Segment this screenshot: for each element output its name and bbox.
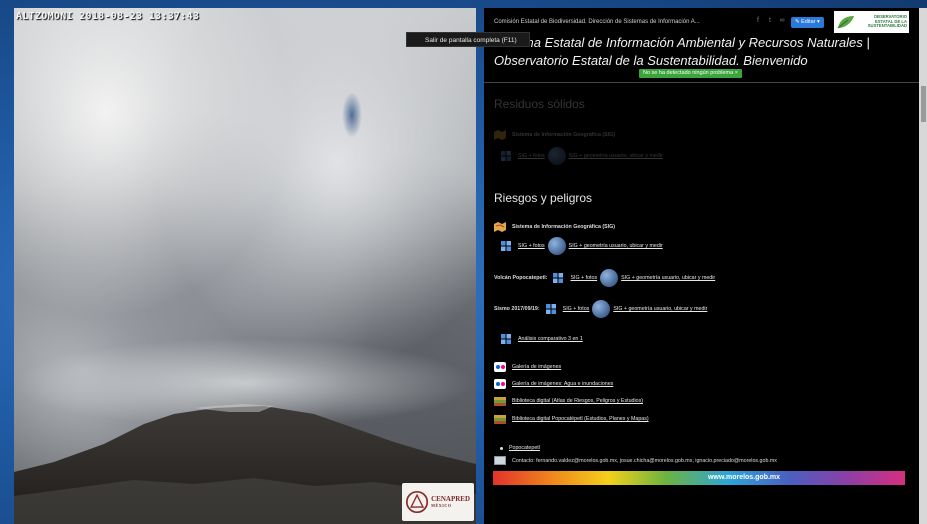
share-icons: f t ∞ <box>754 17 786 25</box>
observatorio-logo[interactable]: OBSERVATORIO ESTATAL DE LA SUSTENTABILID… <box>834 11 909 33</box>
books-icon <box>494 415 506 424</box>
windows-icon <box>545 304 556 314</box>
analisis-link[interactable]: Análisis comparativo 3 en 1 <box>518 336 583 342</box>
scrollbar-thumb[interactable] <box>921 86 926 122</box>
map-icon <box>494 130 506 140</box>
facebook-icon[interactable]: f <box>754 17 762 25</box>
fullscreen-tooltip: Salir de pantalla completa (F11) <box>406 32 530 47</box>
sismo-label: Sismo 2017/09/19: <box>494 306 540 312</box>
windows-icon <box>501 334 511 344</box>
twitter-icon[interactable]: t <box>766 17 774 25</box>
residuos-sig-label[interactable]: Sistema de Información Geográfica (SIG) <box>512 132 615 138</box>
residuos-links-row: SIG + fotos SIG + geometría usuario, ubi… <box>500 147 663 165</box>
volcan-sig-geometria-link[interactable]: SIG + geometría usuario, ubicar y medir <box>621 275 715 281</box>
divider <box>484 82 919 83</box>
bullet <box>500 446 503 450</box>
globe-icon <box>592 300 611 318</box>
biblioteca-atlas-row: Biblioteca digital (Atlas de Riesgos, Pe… <box>494 396 643 406</box>
sismo-sig-fotos-link[interactable]: SIG + fotos <box>563 306 590 312</box>
galeria-agua-link[interactable]: Galería de imágenes: Agua e inundaciones <box>512 381 613 387</box>
biblioteca-popo-link[interactable]: Biblioteca digital Popocatépetl (Estudio… <box>512 416 649 422</box>
flickr-icon <box>494 379 506 389</box>
windows-icon <box>553 273 564 283</box>
biblioteca-atlas-link[interactable]: Biblioteca digital (Atlas de Riesgos, Pe… <box>512 398 643 404</box>
morelos-banner[interactable]: www.morelos.gob.mx <box>493 471 905 485</box>
globe-icon <box>547 147 566 165</box>
sismo-sig-geometria-link[interactable]: SIG + geometría usuario, ubicar y medir <box>613 306 707 312</box>
observatorio-logo-text: OBSERVATORIO ESTATAL DE LA SUSTENTABILID… <box>867 13 907 29</box>
globe-icon <box>600 269 619 287</box>
riesgos-sig-row: Sistema de Información Geográfica (SIG) <box>494 222 615 232</box>
status-badge[interactable]: No se ha detectado ningún problema × <box>639 69 742 78</box>
residuos-sig-fotos-link[interactable]: SIG + fotos <box>518 153 545 159</box>
sky-gap <box>342 92 362 138</box>
galeria-link[interactable]: Galería de imágenes <box>512 364 561 370</box>
cenapred-emblem-icon <box>406 490 429 514</box>
edit-button[interactable]: ✎ Editar ▾ <box>791 17 824 28</box>
biblioteca-popo-row: Biblioteca digital Popocatépetl (Estudio… <box>494 414 649 424</box>
link-icon[interactable]: ∞ <box>778 17 786 25</box>
volcan-row: Volcán Popocatepetl: SIG + fotos SIG + g… <box>494 269 715 287</box>
breadcrumb[interactable]: Comisión Estatal de Biodiversidad. Direc… <box>494 19 700 25</box>
map-icon <box>494 222 506 232</box>
sismo-row: Sismo 2017/09/19: SIG + fotos SIG + geom… <box>494 300 707 318</box>
windows-icon <box>501 151 511 161</box>
volcan-sig-fotos-link[interactable]: SIG + fotos <box>570 275 597 281</box>
galeria-agua-row: Galería de imágenes: Agua e inundaciones <box>494 379 613 389</box>
residuos-sig-geometria-link[interactable]: SIG + geometría usuario, ubicar y medir <box>569 153 663 159</box>
webcam-image: ALTZOMONI 2018-08-23 13:37:43 CENAPRED M… <box>14 8 476 524</box>
residuos-sig-row: Sistema de Información Geográfica (SIG) <box>494 130 615 140</box>
volcan-label: Volcán Popocatepetl: <box>494 275 548 281</box>
books-icon <box>494 397 506 406</box>
mail-icon <box>494 456 506 465</box>
riesgos-links-row: SIG + fotos SIG + geometría usuario, ubi… <box>500 237 663 255</box>
riesgos-sig-fotos-link[interactable]: SIG + fotos <box>518 243 545 249</box>
contacto-row: Contacto: fernando.valdez@morelos.gob.mx… <box>494 456 777 465</box>
page-title: Sistema Estatal de Información Ambiental… <box>494 35 870 68</box>
webcam-timestamp: ALTZOMONI 2018-08-23 13:37:43 <box>16 11 200 22</box>
windows-icon <box>501 241 511 251</box>
section-title-riesgos: Riesgos y peligros <box>494 191 593 205</box>
galeria-row: Galería de imágenes <box>494 362 561 372</box>
webpage: Comisión Estatal de Biodiversidad. Direc… <box>484 8 919 524</box>
cenapred-country: MÉXICO <box>431 502 452 508</box>
section-title-residuos: Residuos sólidos <box>494 97 585 111</box>
riesgos-sig-geometria-link[interactable]: SIG + geometría usuario, ubicar y medir <box>569 243 663 249</box>
leaf-logo-icon <box>837 16 854 29</box>
globe-icon <box>547 237 566 255</box>
contacto-text: Contacto: fernando.valdez@morelos.gob.mx… <box>512 457 777 464</box>
flickr-icon <box>494 362 506 372</box>
analisis-row: Análisis comparativo 3 en 1 <box>500 333 583 345</box>
popocatepetl-link[interactable]: Popocatepetl <box>509 445 540 451</box>
cenapred-wordmark: CENAPRED MÉXICO <box>431 495 470 508</box>
cenapred-logo: CENAPRED MÉXICO <box>402 483 474 521</box>
popocatepetl-row: Popocatepetl <box>500 445 540 451</box>
riesgos-sig-label[interactable]: Sistema de Información Geográfica (SIG) <box>512 224 615 230</box>
